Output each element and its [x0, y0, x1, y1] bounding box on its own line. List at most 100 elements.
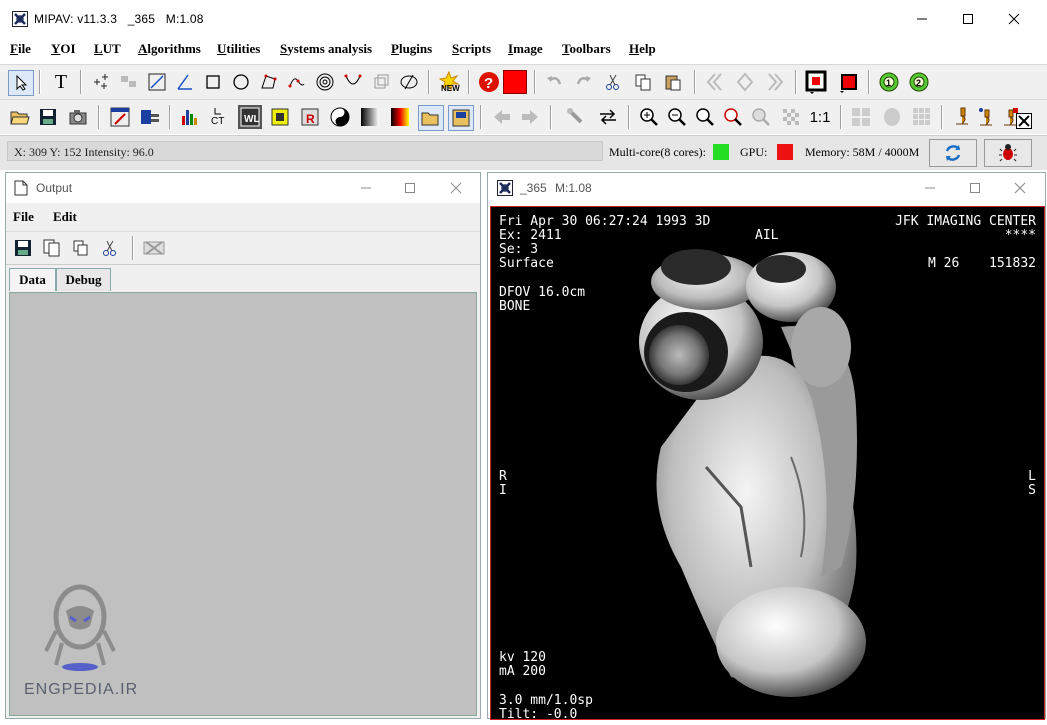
protractor-tool[interactable]	[173, 70, 197, 94]
ct-preset-button[interactable]: CT	[208, 105, 232, 129]
fill-color-button[interactable]	[837, 70, 861, 94]
lut-red-button[interactable]: R	[298, 105, 322, 129]
output-cut-button[interactable]	[98, 236, 122, 260]
microscope-button-1[interactable]	[950, 105, 974, 129]
lut-yellow-button[interactable]	[268, 105, 292, 129]
line-tool[interactable]	[145, 70, 169, 94]
voi-prop-button-2[interactable]: 2	[907, 70, 931, 94]
tab-data[interactable]: Data	[9, 268, 56, 291]
lightbox-button[interactable]	[849, 105, 873, 129]
image-info-button[interactable]	[138, 105, 162, 129]
checker-button[interactable]	[779, 105, 803, 129]
menu-toolbars[interactable]: Toolbars	[562, 41, 611, 57]
voi-color-button[interactable]	[503, 70, 527, 94]
outline-color-button[interactable]	[805, 70, 829, 94]
close-button[interactable]	[991, 0, 1037, 38]
histogram-button[interactable]	[178, 105, 202, 129]
menu-plugins[interactable]: Plugins	[391, 41, 432, 57]
menu-scripts[interactable]: Scripts	[452, 41, 491, 57]
maximize-button[interactable]	[945, 0, 991, 38]
invert-lut-button[interactable]	[328, 105, 352, 129]
menu-yoi[interactable]: YOI	[51, 41, 76, 57]
minimize-button[interactable]	[899, 0, 945, 38]
menu-file[interactable]: File	[10, 41, 31, 57]
actual-size-button[interactable]: 1:1	[808, 105, 832, 129]
new-voi-button[interactable]: NEW	[437, 70, 461, 94]
debug-bug-button[interactable]	[984, 139, 1032, 167]
overlay-ail: AIL	[755, 228, 779, 243]
output-copy-button[interactable]	[40, 236, 64, 260]
livewire-tool[interactable]	[341, 70, 365, 94]
open-lut-button[interactable]	[108, 105, 132, 129]
output-menu-edit[interactable]: Edit	[53, 209, 77, 225]
image-canvas[interactable]: Fri Apr 30 06:27:24 1993 3D JFK IMAGING …	[490, 206, 1045, 720]
microscope-button-2[interactable]	[974, 105, 998, 129]
rectangle-tool[interactable]	[201, 70, 225, 94]
overlay-kv: kv 120	[499, 650, 546, 665]
zoom-in-button[interactable]	[637, 105, 661, 129]
output-clear-button[interactable]	[142, 236, 166, 260]
next-slice-button[interactable]	[518, 105, 542, 129]
output-minimize-button[interactable]	[344, 173, 388, 203]
cube-tool[interactable]	[369, 70, 393, 94]
zoom-fit-button[interactable]	[749, 105, 773, 129]
output-copy-selected-button[interactable]	[69, 236, 93, 260]
link-button[interactable]	[564, 105, 588, 129]
cut-voi-button[interactable]	[601, 70, 625, 94]
redo-button[interactable]	[571, 70, 595, 94]
menu-help[interactable]: Help	[629, 41, 656, 57]
point-tool[interactable]	[89, 70, 113, 94]
voi-back-button[interactable]	[703, 70, 727, 94]
tab-debug[interactable]: Debug	[56, 268, 111, 291]
volume-render-button[interactable]	[880, 105, 904, 129]
garbage-collect-button[interactable]	[929, 139, 977, 167]
image-minimize-button[interactable]	[908, 173, 952, 203]
paste-voi-button[interactable]	[661, 70, 685, 94]
zoom-region-button[interactable]	[721, 105, 745, 129]
output-maximize-button[interactable]	[388, 173, 432, 203]
swap-button[interactable]	[596, 105, 620, 129]
gray-lut-button[interactable]	[358, 105, 382, 129]
output-close-button[interactable]	[434, 173, 478, 203]
lightbox-icon	[852, 108, 870, 126]
menu-utilities[interactable]: Utilities	[217, 41, 260, 57]
voi-forward-button[interactable]	[763, 70, 787, 94]
close-toolbar-button[interactable]	[1015, 112, 1033, 130]
target-tool[interactable]	[313, 70, 337, 94]
gpu-indicator	[777, 144, 793, 160]
save-lut-button[interactable]	[448, 105, 474, 131]
image-close-button[interactable]	[998, 173, 1042, 203]
open-image-button[interactable]	[8, 105, 32, 129]
ellipse-tool[interactable]	[229, 70, 253, 94]
menu-algorithms[interactable]: Algorithms	[138, 41, 201, 57]
tri-planar-button[interactable]	[910, 105, 934, 129]
save-image-button[interactable]	[36, 105, 60, 129]
overlay-date: Fri Apr 30 06:27:24 1993 3D	[499, 214, 711, 229]
voi-help-button[interactable]: ?	[477, 70, 501, 94]
copy-voi-button[interactable]	[631, 70, 655, 94]
voi-center-button[interactable]	[733, 70, 757, 94]
pointer-tool[interactable]	[8, 70, 34, 96]
undo-button[interactable]	[543, 70, 567, 94]
previous-slice-button[interactable]	[490, 105, 514, 129]
window-level-button[interactable]: WL	[238, 105, 262, 129]
clear-icon	[143, 241, 165, 255]
open-lut-file-button[interactable]	[418, 105, 444, 131]
voi-prop-button-1[interactable]: 1	[877, 70, 901, 94]
menu-image[interactable]: Image	[508, 41, 543, 57]
head-icon	[884, 108, 900, 126]
polygon-tool[interactable]	[257, 70, 281, 94]
split-tool[interactable]	[397, 70, 421, 94]
zoom-one-button[interactable]	[693, 105, 717, 129]
hot-lut-button[interactable]	[388, 105, 412, 129]
levelset-tool[interactable]	[285, 70, 309, 94]
menu-lut[interactable]: LUT	[94, 41, 121, 57]
image-maximize-button[interactable]	[953, 173, 997, 203]
zoom-out-button[interactable]	[665, 105, 689, 129]
output-menu-file[interactable]: File	[13, 209, 34, 225]
polyline-tool[interactable]	[117, 70, 141, 94]
menu-systems-analysis[interactable]: Systems analysis	[280, 41, 372, 57]
output-save-button[interactable]	[11, 236, 35, 260]
text-tool[interactable]: T	[49, 70, 73, 94]
capture-image-button[interactable]	[66, 105, 90, 129]
